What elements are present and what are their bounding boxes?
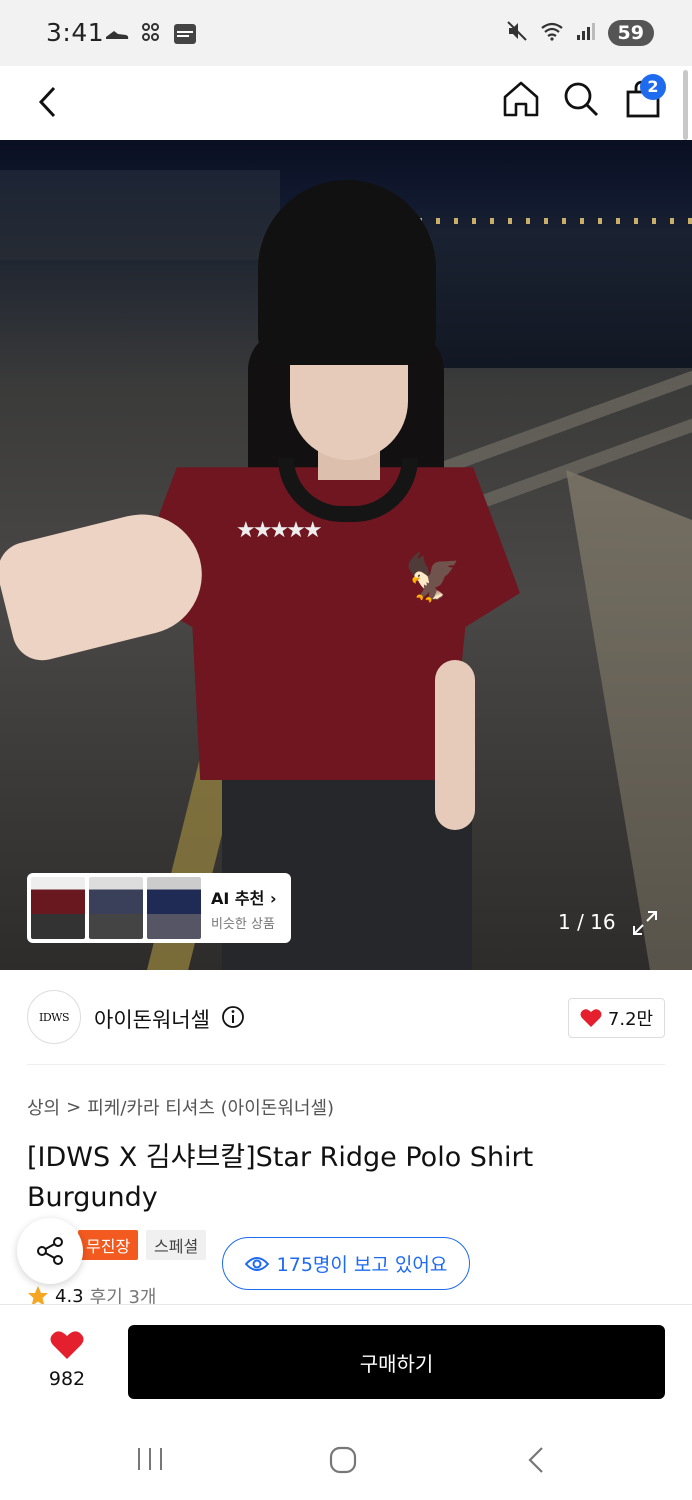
- breadcrumb-category[interactable]: 상의: [27, 1094, 60, 1120]
- badge-special: 스페셜: [146, 1230, 207, 1260]
- divider: [27, 1064, 665, 1065]
- chevron-left-icon: [38, 86, 56, 118]
- app-notification-icon: [172, 22, 198, 46]
- back-button[interactable]: [30, 80, 70, 124]
- heart-icon: [50, 1331, 84, 1359]
- breadcrumb: 상의 > 피케/카라 티셔츠 (아이돈워너셀): [27, 1094, 334, 1120]
- brand-like-button[interactable]: 7.2만: [568, 998, 665, 1038]
- home-icon: [503, 81, 539, 117]
- favorite-button[interactable]: [50, 1330, 84, 1360]
- chevron-right-icon: >: [66, 1096, 82, 1118]
- ai-thumb-2[interactable]: [89, 877, 143, 939]
- status-notification-icons: [104, 22, 198, 46]
- home-button[interactable]: [500, 78, 542, 120]
- ai-recommend-title: AI 추천 ›: [211, 888, 277, 908]
- brand-name[interactable]: 아이돈워너셀: [94, 1004, 210, 1034]
- chevron-right-icon: ›: [269, 888, 277, 908]
- ai-thumb-3[interactable]: [147, 877, 201, 939]
- back-arrow-icon: [528, 1447, 543, 1473]
- expand-icon[interactable]: [632, 910, 658, 936]
- recent-apps-icon: [138, 1448, 162, 1470]
- brand-logo[interactable]: IDWS: [27, 990, 81, 1044]
- status-system-icons: 59: [506, 20, 654, 46]
- status-bar: 3:41 59: [0, 0, 692, 66]
- shirt-stars-graphic: ★★★★★: [236, 518, 323, 543]
- system-back-button[interactable]: [526, 1446, 546, 1474]
- ai-thumb-1[interactable]: [31, 877, 85, 939]
- ai-recommend-card[interactable]: AI 추천 › 비슷한 상품: [27, 873, 291, 943]
- status-time: 3:41: [46, 18, 105, 47]
- product-title: [IDWS X 김샤브칼]Star Ridge Polo Shirt Burgu…: [27, 1142, 534, 1213]
- search-icon: [564, 82, 599, 117]
- battery-indicator: 59: [607, 20, 654, 46]
- product-page: 3:41 59 2 ★★★★★ 🦅 AI 추천 › 비슷한 상품 1 / 16 …: [0, 0, 692, 1500]
- buy-button[interactable]: 구매하기: [128, 1325, 665, 1399]
- share-button[interactable]: [17, 1218, 83, 1284]
- wifi-icon: [540, 21, 564, 45]
- app-header: [0, 66, 692, 140]
- recent-apps-button[interactable]: [136, 1446, 164, 1472]
- image-counter: 1 / 16: [558, 910, 616, 934]
- signal-icon: [576, 21, 596, 45]
- cart-count-badge: 2: [640, 74, 666, 100]
- ai-recommend-subtitle: 비슷한 상품: [211, 916, 275, 932]
- breadcrumb-subcategory[interactable]: 피케/카라 티셔츠 (아이돈워너셀): [87, 1094, 334, 1120]
- product-image[interactable]: ★★★★★ 🦅: [0, 140, 692, 970]
- badge-mujinjang: 무진장: [78, 1230, 139, 1260]
- scrollbar[interactable]: [683, 70, 688, 140]
- home-circle-icon: [329, 1446, 357, 1474]
- info-icon[interactable]: [221, 1005, 245, 1029]
- viewers-pill: 175명이 보고 있어요: [222, 1237, 470, 1290]
- shirt-eagle-graphic: 🦅: [404, 550, 462, 604]
- search-button[interactable]: [560, 78, 602, 120]
- favorite-count: 982: [48, 1368, 86, 1390]
- mute-icon: [506, 20, 528, 46]
- eye-icon: [244, 1256, 269, 1271]
- dots-grid-icon: [138, 22, 164, 46]
- system-home-button[interactable]: [329, 1446, 357, 1474]
- shoe-icon: [104, 22, 130, 46]
- share-icon: [37, 1237, 63, 1265]
- viewers-text: 175명이 보고 있어요: [276, 1254, 448, 1276]
- brand-like-count: 7.2만: [607, 1009, 654, 1030]
- heart-icon: [580, 1009, 602, 1027]
